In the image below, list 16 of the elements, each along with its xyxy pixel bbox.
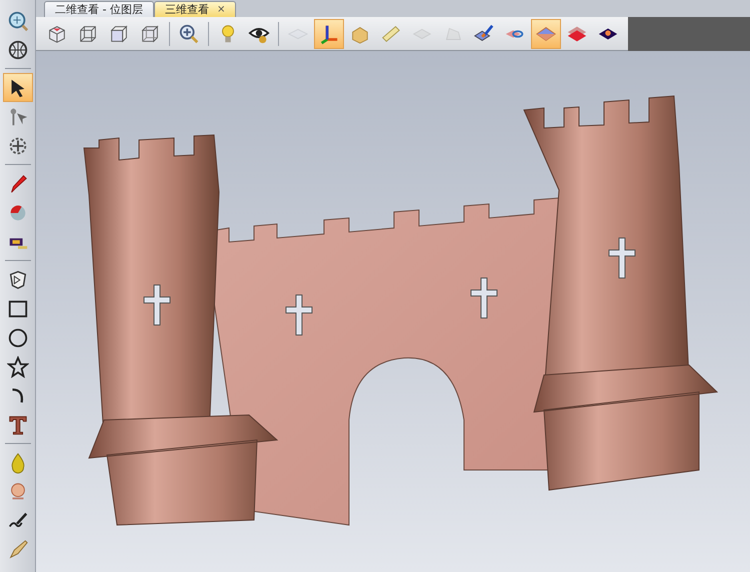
tab[interactable]: 三维查看 × (154, 1, 236, 17)
pencil-icon (6, 538, 28, 560)
globe-icon (6, 38, 28, 60)
tab-label: 三维查看 (164, 4, 209, 15)
tab[interactable]: 二维查看 - 位图层 (44, 1, 154, 17)
zoom-icon (178, 22, 200, 44)
star-icon (6, 356, 28, 378)
cube-icon (139, 22, 161, 44)
tool-button[interactable] (2, 73, 32, 102)
zoom-icon (6, 10, 28, 32)
tab-label: 二维查看 - 位图层 (55, 4, 143, 15)
tool-button[interactable] (314, 18, 344, 48)
circle-icon (6, 326, 28, 348)
text-tool-icon (6, 414, 28, 436)
close-button[interactable]: × (216, 4, 226, 14)
cube-icon (108, 22, 130, 44)
